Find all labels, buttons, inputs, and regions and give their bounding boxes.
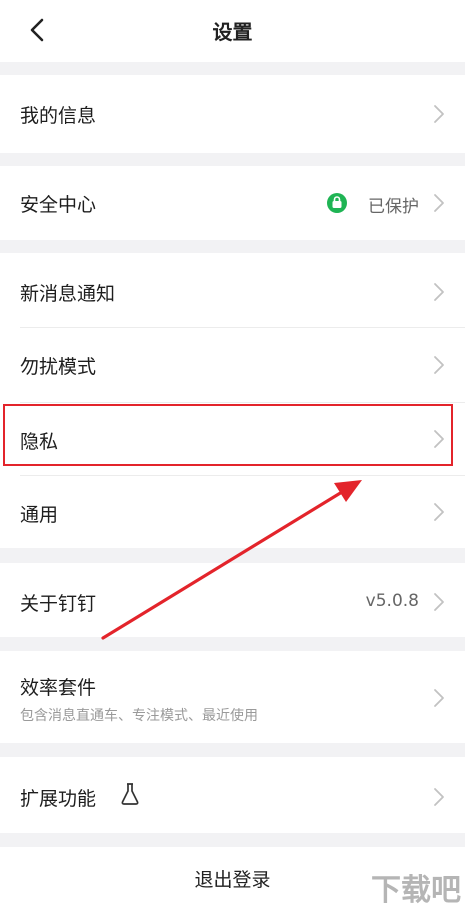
highlight-box [3, 404, 453, 466]
settings-item-about[interactable]: 关于钉钉 v5.0.8 [0, 563, 465, 637]
security-status: 已保护 [368, 197, 419, 217]
notifications-label: 新消息通知 [20, 283, 116, 305]
chevron-right-icon [434, 105, 444, 123]
settings-group-general: 新消息通知 勿扰模式 隐私 通用 [0, 253, 465, 548]
top-nav-bar: 设置 [0, 0, 465, 62]
settings-page: 设置 我的信息 安全中心 已保护 新消息通知 勿扰模式 隐私 通用 关于钉钉 v… [0, 0, 465, 911]
about-label: 关于钉钉 [20, 593, 97, 615]
general-label: 通用 [20, 504, 59, 526]
watermark-text: 下载吧 [371, 873, 461, 908]
my-info-label: 我的信息 [20, 105, 97, 127]
chevron-right-icon [434, 356, 444, 374]
settings-item-notifications[interactable]: 新消息通知 [0, 253, 465, 327]
chevron-right-icon [434, 788, 444, 806]
settings-item-general[interactable]: 通用 [0, 476, 465, 548]
settings-item-do-not-disturb[interactable]: 勿扰模式 [0, 328, 465, 402]
chevron-right-icon [434, 593, 444, 611]
chevron-right-icon [434, 689, 444, 707]
settings-item-security-center[interactable]: 安全中心 已保护 [0, 166, 465, 240]
flask-icon [121, 783, 139, 805]
dnd-label: 勿扰模式 [20, 356, 97, 378]
efficiency-label: 效率套件 [20, 677, 97, 699]
chevron-right-icon [434, 503, 444, 521]
chevron-right-icon [434, 283, 444, 301]
efficiency-subtitle: 包含消息直通车、专注模式、最近使用 [20, 708, 258, 724]
extensions-label: 扩展功能 [20, 788, 97, 810]
settings-item-extensions[interactable]: 扩展功能 [0, 757, 465, 833]
chevron-right-icon [434, 194, 444, 212]
shield-check-icon [327, 193, 347, 213]
security-center-label: 安全中心 [20, 194, 97, 216]
page-title: 设置 [212, 20, 253, 44]
version-value: v5.0.8 [365, 591, 419, 611]
settings-item-my-info[interactable]: 我的信息 [0, 75, 465, 153]
settings-item-efficiency-suite[interactable]: 效率套件 包含消息直通车、专注模式、最近使用 [0, 651, 465, 743]
